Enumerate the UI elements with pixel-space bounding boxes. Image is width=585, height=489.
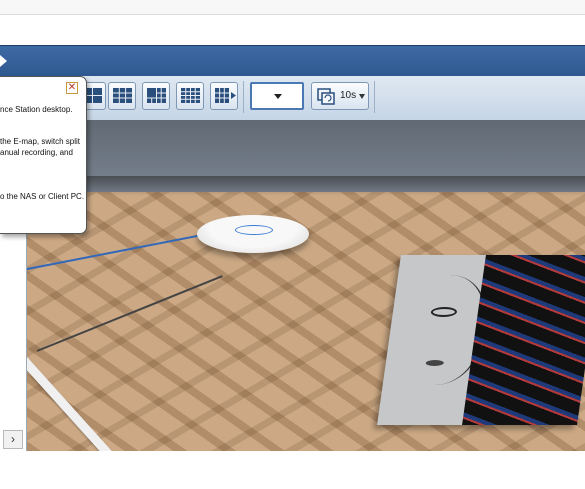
- stream-dropdown[interactable]: [250, 82, 304, 110]
- grid-icon: [113, 88, 132, 103]
- toolbar-separator: [243, 81, 244, 113]
- toolbar-separator: [374, 81, 375, 113]
- camera-shadow: [27, 176, 585, 196]
- help-tooltip: ✕ nce Station desktop. the E-map, switch…: [0, 76, 87, 234]
- layout-3x3-button[interactable]: [108, 82, 136, 110]
- title-bar: [0, 45, 585, 77]
- tooltip-text: anual recording, and: [0, 148, 73, 157]
- camera-access-point: [197, 215, 309, 253]
- chevron-down-icon: [359, 94, 365, 99]
- toolbar: 10s: [0, 76, 585, 121]
- layout-4x4-button[interactable]: [176, 82, 204, 110]
- grid-icon: [147, 88, 166, 103]
- camera-painting: [377, 255, 585, 425]
- chevron-down-icon: [274, 94, 282, 99]
- painting-hair: [462, 255, 585, 425]
- play-arrow-icon: [0, 55, 7, 67]
- grid-more-icon: [215, 88, 236, 103]
- close-icon[interactable]: ✕: [66, 82, 78, 94]
- scroll-right-button[interactable]: ›: [3, 430, 23, 449]
- sequence-icon: [317, 88, 335, 105]
- layout-more-button[interactable]: [210, 82, 238, 110]
- tooltip-text: nce Station desktop.: [0, 105, 73, 114]
- camera-led-ring: [235, 225, 273, 235]
- camera-live-view[interactable]: [27, 120, 585, 451]
- layout-1-plus-5-button[interactable]: [142, 82, 170, 110]
- top-strip: [0, 0, 585, 15]
- page-gap: [0, 15, 585, 45]
- tooltip-text: o the NAS or Client PC.: [0, 192, 85, 201]
- sequence-interval-label: 10s: [340, 90, 357, 101]
- tooltip-text: the E-map, switch split: [0, 137, 81, 146]
- sequential-mode-button[interactable]: 10s: [311, 82, 369, 110]
- grid-icon: [181, 88, 200, 103]
